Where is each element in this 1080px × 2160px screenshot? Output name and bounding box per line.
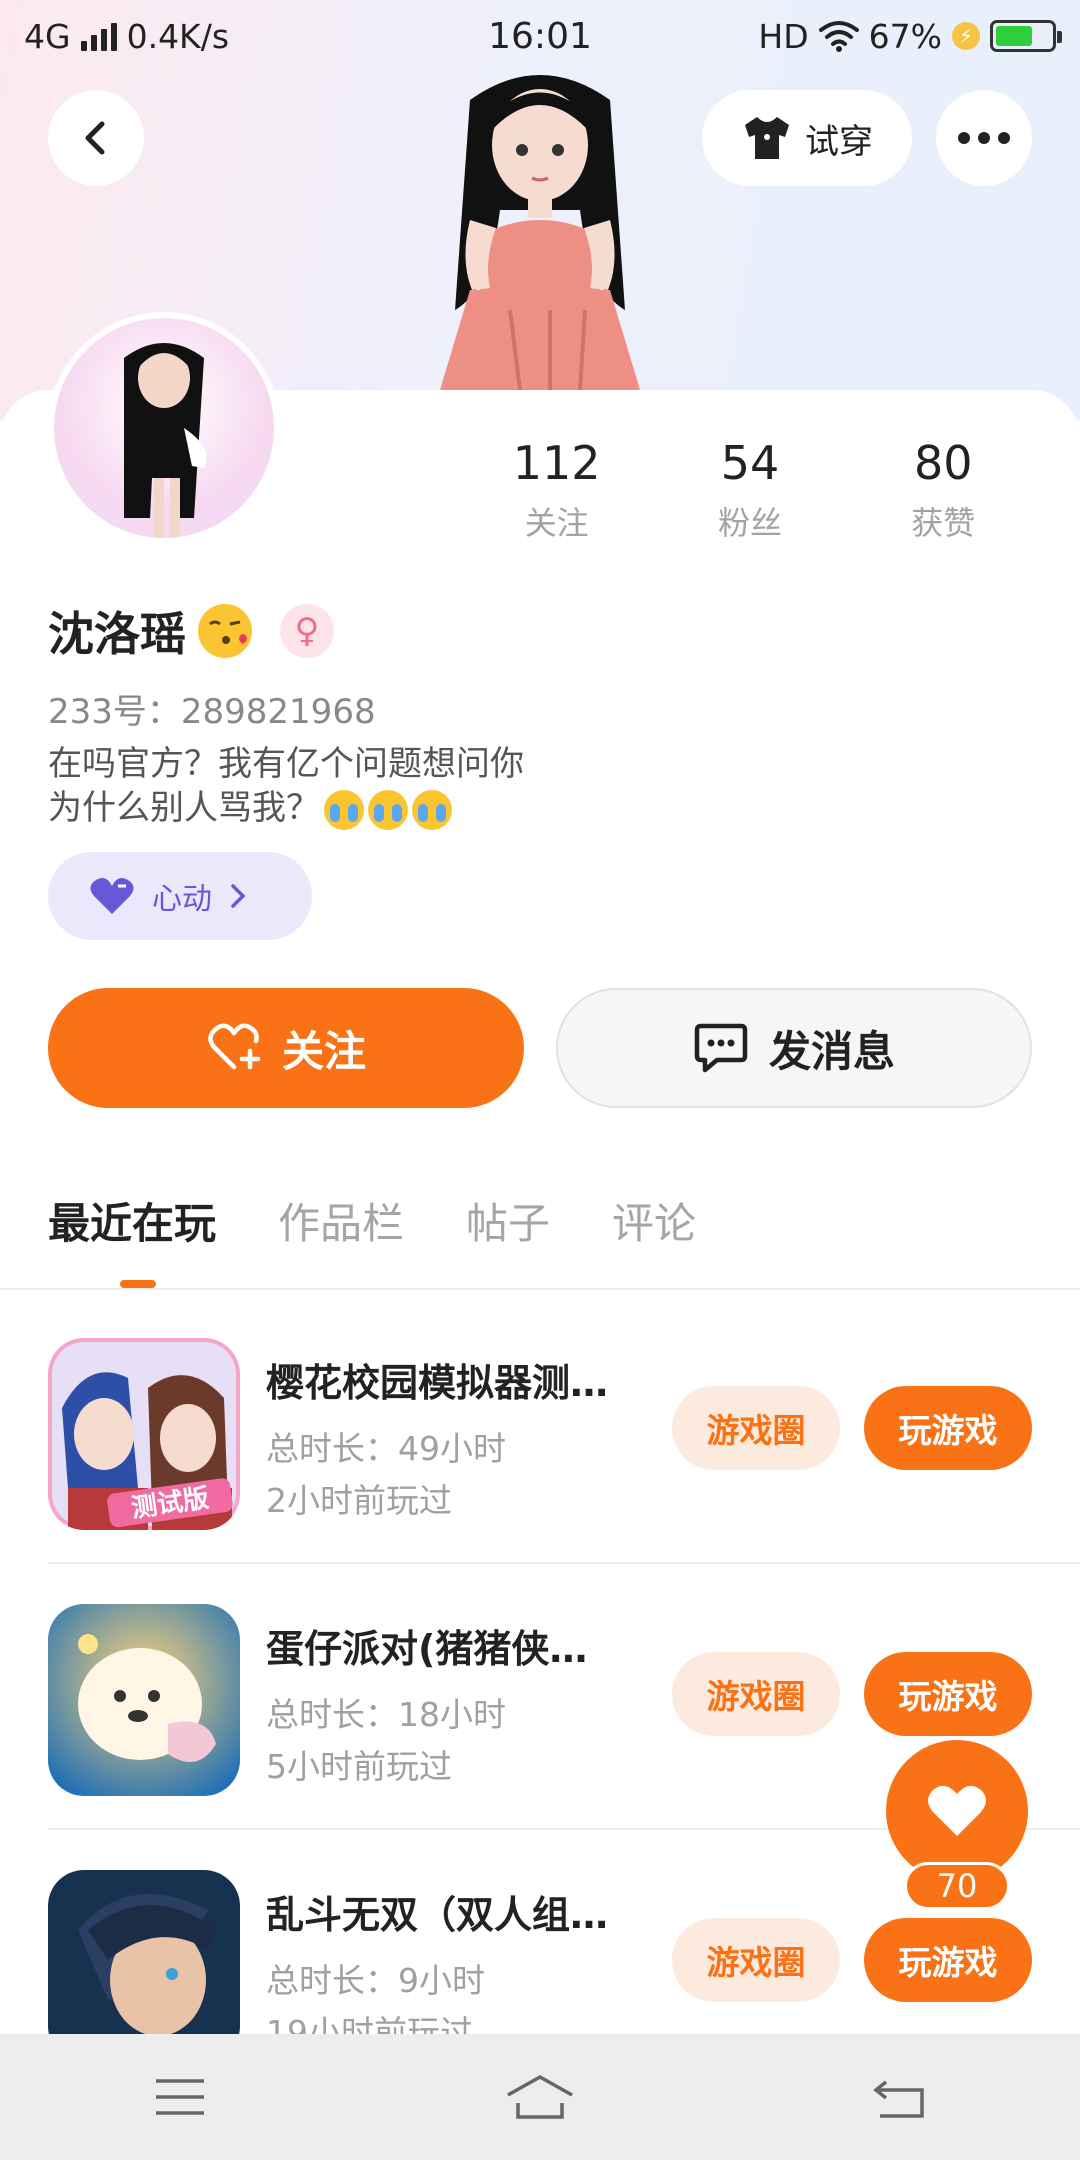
stat-value: 80 [914,436,973,490]
game-title: 蛋仔派对(猪猪侠… [266,1627,588,1671]
game-last-played: 19小时前玩过 [266,2013,473,2034]
purple-heart-icon [90,878,134,914]
tshirt-icon [745,117,789,159]
more-icon [958,132,1010,144]
nav-back-button[interactable] [840,2057,960,2137]
crying-emoji-icon [412,789,452,830]
try-on-label: 试穿 [805,121,873,162]
status-time: 16:01 [488,16,592,57]
follow-label: 关注 [281,1026,366,1076]
stat-following[interactable]: 112 关注 [467,436,647,544]
game-circle-button[interactable]: 游戏圈 [672,1386,840,1470]
crying-emoji-icon [368,789,408,830]
return-icon [873,2080,924,2118]
tabs-divider [0,1288,1080,1290]
nav-home-button[interactable] [480,2057,600,2137]
stat-label: 关注 [524,504,589,542]
tab-posts[interactable]: 帖子 [466,1190,550,1251]
play-game-button[interactable]: 玩游戏 [864,1652,1032,1736]
avatar-figure [124,343,207,538]
home-icon [507,2074,573,2119]
chevron-right-icon [231,884,246,908]
bio: 在吗官方？我有亿个问题想问你 为什么别人骂我？ [48,742,524,830]
active-tab-indicator [120,1280,156,1288]
game-icon: 测试版 [48,1338,240,1530]
bio-line: 在吗官方？我有亿个问题想问你 [48,744,524,784]
try-on-button[interactable]: 试穿 [702,90,912,186]
game-duration: 总时长：18小时 [266,1695,506,1734]
chat-bubble-icon [694,1023,748,1073]
game-list-item[interactable]: 测试版 樱花校园模拟器测… 总时长：49小时 2小时前玩过 游戏圈 玩游戏 [48,1298,1080,1564]
bio-line-2: 为什么别人骂我？ [48,786,524,830]
heart-plus-icon [208,1023,261,1070]
game-duration: 总时长：9小时 [266,1961,485,2000]
play-game-button[interactable]: 玩游戏 [864,1386,1032,1470]
game-last-played: 5小时前玩过 [266,1747,452,1786]
game-circle-button[interactable]: 游戏圈 [672,1918,840,2002]
stat-label: 粉丝 [717,504,782,542]
heartbeat-label: 心动 [152,882,212,917]
system-nav-bar [0,2034,1080,2160]
tab-recently-played[interactable]: 最近在玩 [48,1190,216,1251]
name-row: 沈洛瑶 ♀ [48,598,334,664]
stat-likes[interactable]: 80 获赞 [853,436,1033,544]
heartbeat-tag[interactable]: 心动 [48,852,312,940]
stat-followers[interactable]: 54 粉丝 [660,436,840,544]
like-fab-button[interactable] [886,1740,1028,1882]
profile-tabs: 最近在玩 作品栏 帖子 评论 [48,1190,696,1251]
tab-works[interactable]: 作品栏 [278,1190,404,1251]
profile-stats: 112 关注 54 粉丝 80 获赞 [460,436,1040,544]
game-title: 樱花校园模拟器测… [266,1361,609,1405]
follow-button[interactable]: 关注 [48,988,524,1108]
kiss-emoji-icon [198,604,252,658]
tab-comments[interactable]: 评论 [612,1190,696,1251]
back-icon [85,121,105,155]
bio-line: 为什么别人骂我？ [48,788,320,828]
stat-label: 获赞 [911,504,976,542]
back-button[interactable] [48,90,144,186]
game-duration: 总时长：49小时 [266,1429,506,1468]
menu-icon [156,2079,204,2115]
crying-emoji-icon [324,789,364,830]
heart-icon [928,1785,986,1836]
game-icon [48,1604,240,1796]
username: 沈洛瑶 [48,607,186,661]
avatar[interactable] [48,312,280,544]
avatar-3d-figure [440,75,640,390]
stat-value: 54 [720,436,780,490]
stat-value: 112 [512,436,601,490]
more-button[interactable] [936,90,1032,186]
game-circle-button[interactable]: 游戏圈 [672,1652,840,1736]
game-title: 乱斗无双（双人组… [266,1893,609,1937]
send-message-button[interactable]: 发消息 [556,988,1032,1108]
like-count: 70 [904,1862,1010,1910]
user-id: 233号：289821968 [48,692,376,732]
game-icon [48,1870,240,2034]
play-game-button[interactable]: 玩游戏 [864,1918,1032,2002]
send-message-label: 发消息 [768,1026,895,1076]
game-last-played: 2小时前玩过 [266,1481,452,1520]
nav-menu-button[interactable] [120,2057,240,2137]
female-gender-icon: ♀ [280,604,334,658]
